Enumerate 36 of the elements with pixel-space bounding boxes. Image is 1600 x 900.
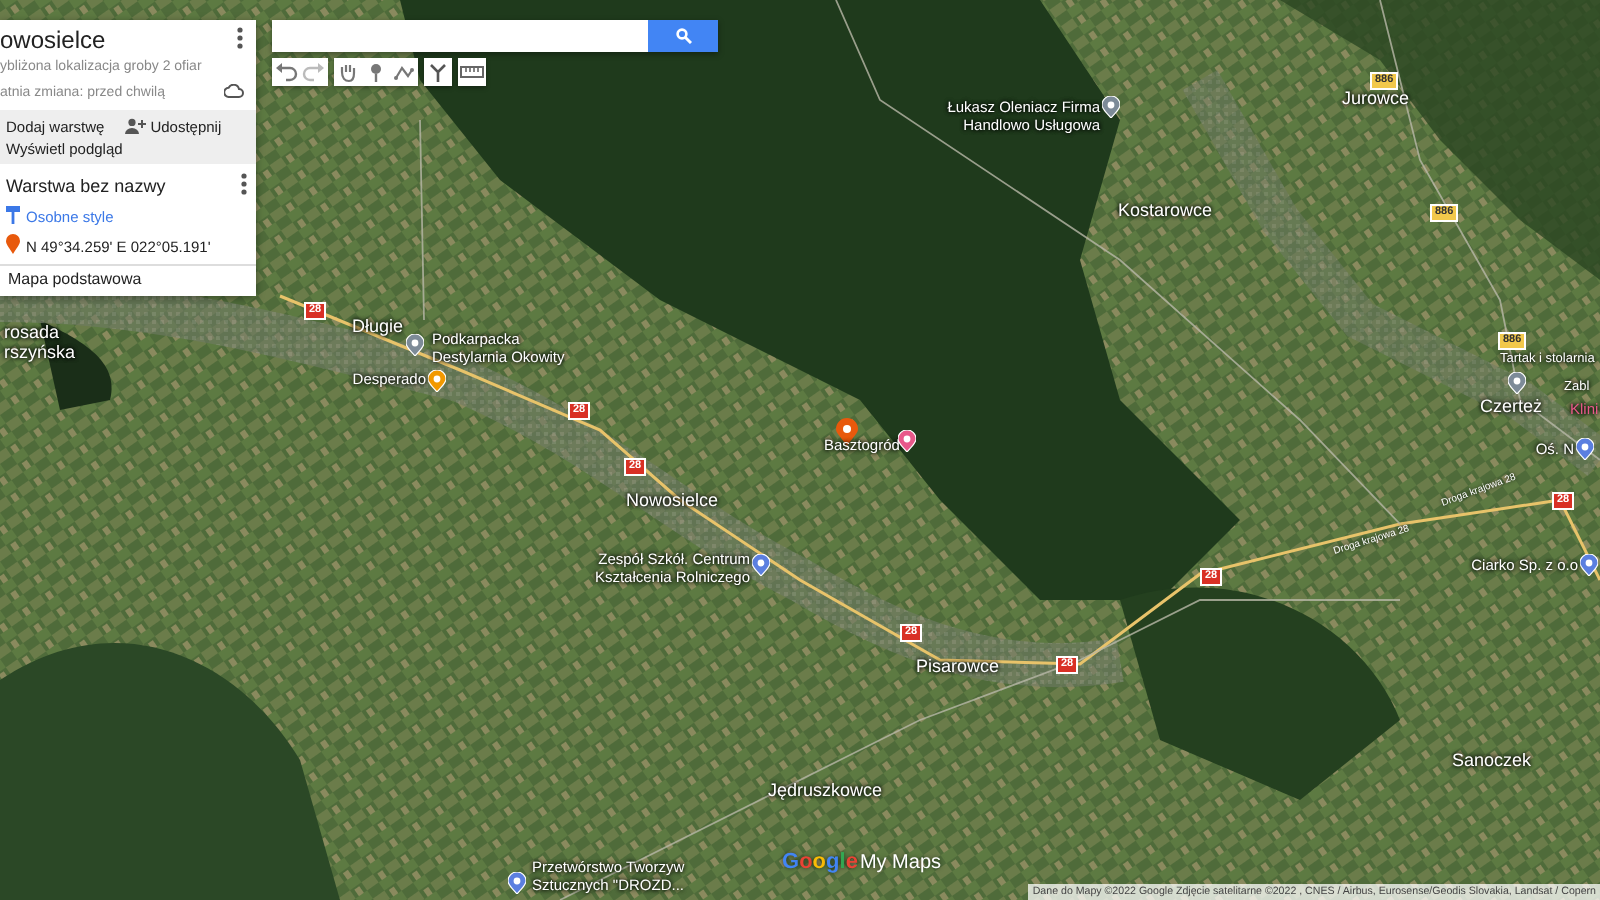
my-maps-logo: GoogleMy Maps [782, 850, 942, 874]
place-pin-icon[interactable] [898, 430, 916, 452]
place-label: Pisarowce [916, 658, 1000, 676]
ruler-button[interactable] [458, 58, 486, 86]
undo-button[interactable] [272, 58, 300, 86]
directions-icon [426, 60, 450, 84]
search-icon [675, 28, 691, 44]
redo-icon [302, 60, 326, 84]
place-label: Jędruszkowce [768, 782, 883, 800]
pan-tool-button[interactable] [334, 58, 362, 86]
place-label: Jurowce [1342, 90, 1410, 108]
search-field[interactable] [272, 20, 648, 52]
place-label: rosada [4, 324, 60, 342]
place-pin-icon[interactable] [1580, 554, 1598, 576]
place-label: Długie [352, 318, 404, 336]
place-pin-icon[interactable] [1102, 96, 1120, 118]
ruler-icon [460, 60, 484, 84]
pan-tool-icon [336, 60, 360, 84]
search-button[interactable] [648, 20, 718, 52]
place-label: Sanoczek [1452, 752, 1532, 770]
directions-button[interactable] [424, 58, 452, 86]
layer-title: Warstwa bez nazwy [6, 175, 166, 197]
more-options-icon[interactable] [236, 26, 244, 54]
undo-icon [274, 60, 298, 84]
draw-line-button[interactable] [390, 58, 418, 86]
cloud-icon [224, 84, 244, 102]
paint-roller-icon [6, 206, 20, 228]
map-title: owosielce [0, 26, 106, 54]
more-options-icon[interactable] [240, 172, 248, 200]
place-pin-icon[interactable] [508, 872, 526, 894]
place-label: rszyńska [4, 344, 76, 362]
place-label: Kostarowce [1118, 202, 1213, 220]
place-label: Czerteż [1480, 398, 1543, 416]
base-map-item[interactable]: Mapa podstawowa [0, 264, 256, 296]
satellite-map[interactable] [0, 0, 1600, 900]
person-add-icon [124, 117, 147, 137]
